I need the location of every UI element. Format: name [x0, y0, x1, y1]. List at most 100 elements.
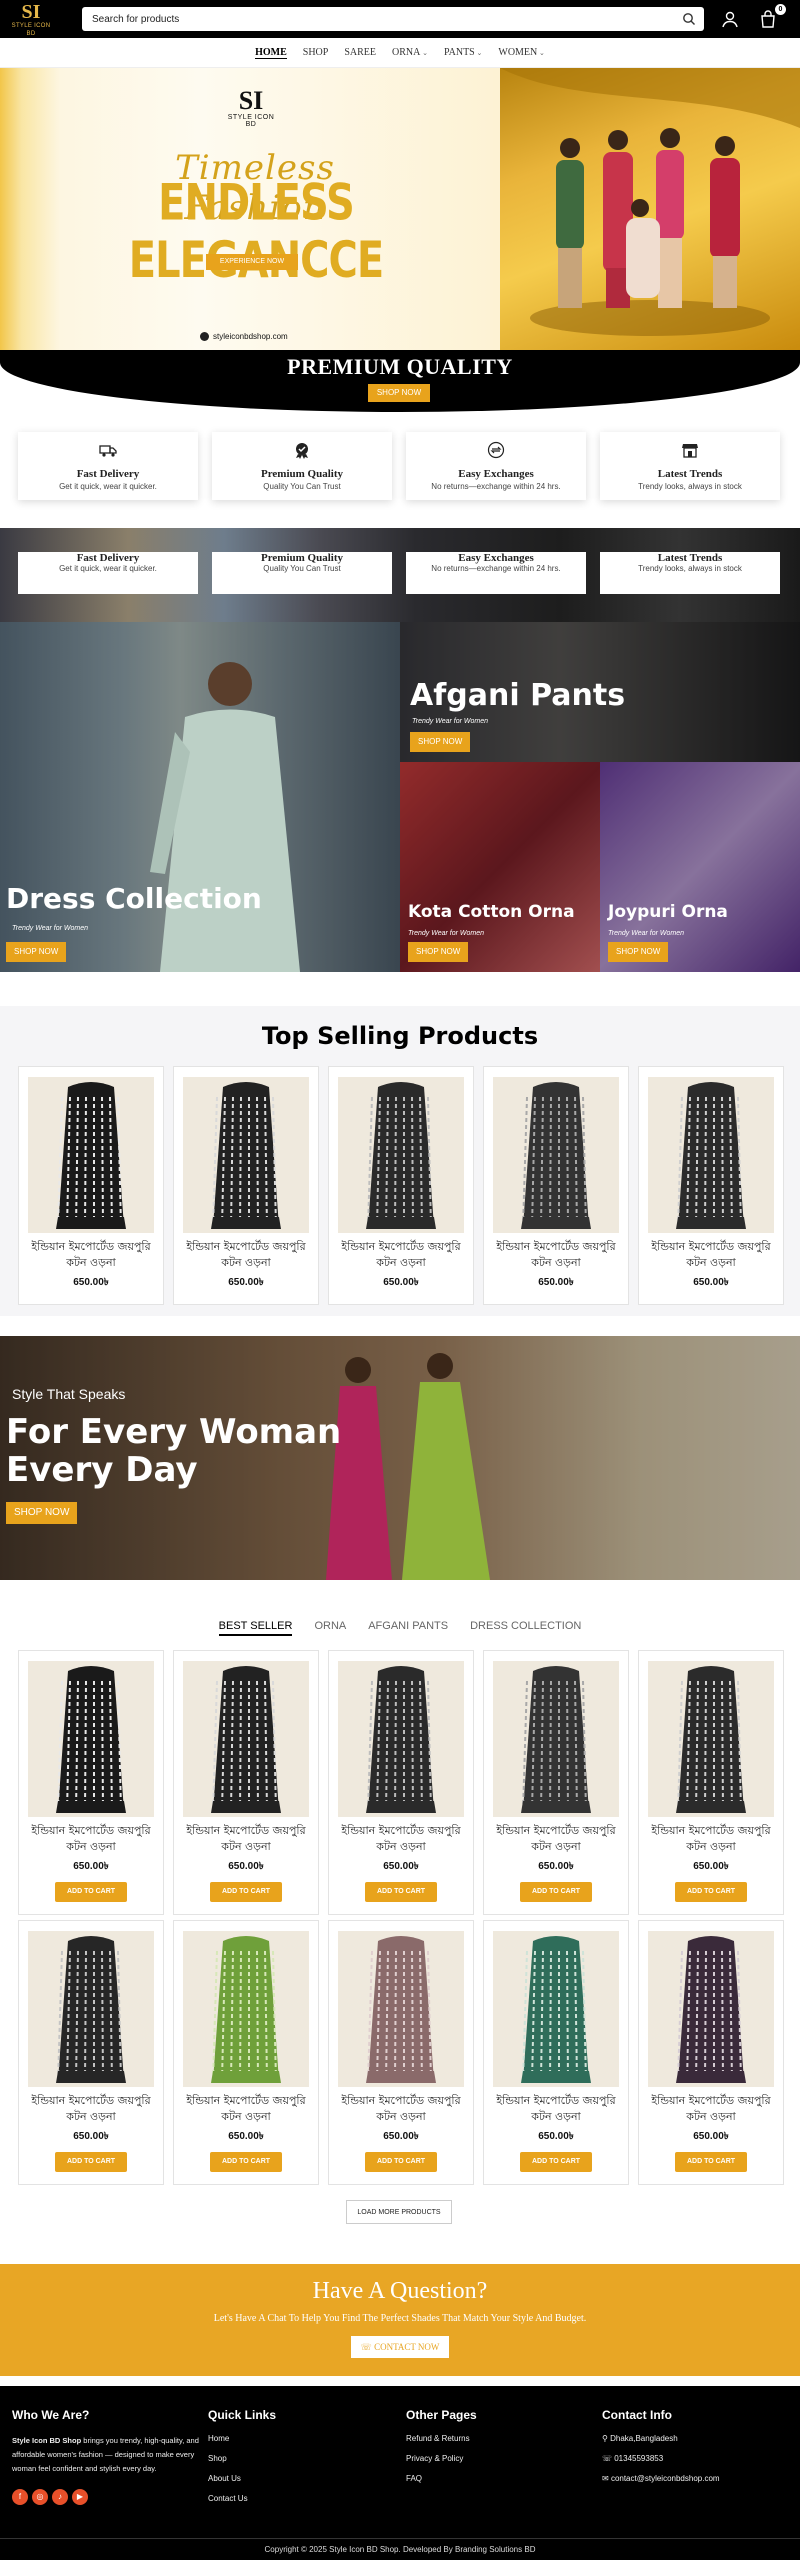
nav-shop[interactable]: SHOP — [303, 47, 329, 58]
add-to-cart-button[interactable]: ADD TO CART — [364, 1882, 438, 1902]
product-card[interactable]: ইন্ডিয়ান ইমপোর্টেড জয়পুরি কটন ওড়না 65… — [173, 1650, 319, 1915]
product-name[interactable]: ইন্ডিয়ান ইমপোর্টেড জয়পুরি কটন ওড়না — [639, 1823, 783, 1855]
account-icon[interactable] — [720, 9, 740, 29]
product-card[interactable]: ইন্ডিয়ান ইমপোর্টেড জয়পুরি কটন ওড়না 65… — [638, 1920, 784, 2185]
nav-orna[interactable]: ORNA ⌄ — [392, 47, 428, 58]
nav-pants[interactable]: PANTS ⌄ — [444, 47, 482, 58]
footer-link-faq[interactable]: FAQ — [406, 2474, 596, 2483]
nav-saree[interactable]: SAREE — [344, 47, 376, 58]
product-name[interactable]: ইন্ডিয়ান ইমপোর্টেড জয়পুরি কটন ওড়না — [19, 1239, 163, 1271]
tiktok-icon[interactable]: ♪ — [52, 2489, 68, 2505]
product-image[interactable] — [28, 1077, 154, 1233]
footer-link-shop[interactable]: Shop — [208, 2454, 398, 2463]
banner-kota-cotton-orna[interactable]: Kota Cotton Orna Trendy Wear for Women S… — [400, 762, 600, 972]
product-name[interactable]: ইন্ডিয়ান ইমপোর্টেড জয়পুরি কটন ওড়না — [174, 2093, 318, 2125]
product-image[interactable] — [648, 1077, 774, 1233]
product-name[interactable]: ইন্ডিয়ান ইমপোর্টেড জয়পুরি কটন ওড়না — [639, 2093, 783, 2125]
product-image[interactable] — [338, 1661, 464, 1817]
facebook-icon[interactable]: f — [12, 2489, 28, 2505]
footer-phone[interactable]: ☏ 01345593853 — [602, 2454, 792, 2463]
contact-now-button[interactable]: ☏ CONTACT NOW — [350, 2336, 450, 2358]
product-card[interactable]: ইন্ডিয়ান ইমপোর্টেড জয়পুরি কটন ওড়না 65… — [18, 1920, 164, 2185]
add-to-cart-button[interactable]: ADD TO CART — [519, 2152, 593, 2172]
product-image[interactable] — [648, 1931, 774, 2087]
add-to-cart-button[interactable]: ADD TO CART — [364, 2152, 438, 2172]
product-name[interactable]: ইন্ডিয়ান ইমপোর্টেড জয়পুরি কটন ওড়না — [484, 1823, 628, 1855]
banner-afgani-pants[interactable]: Afgani Pants Trendy Wear for Women SHOP … — [400, 622, 800, 762]
promo-shop-now-button[interactable]: SHOP NOW — [6, 1502, 78, 1524]
product-card[interactable]: ইন্ডিয়ান ইমপোর্টেড জয়পুরি কটন ওড়না 65… — [483, 1066, 629, 1305]
footer-email[interactable]: ✉ contact@styleiconbdshop.com — [602, 2474, 792, 2483]
experience-now-button[interactable]: EXPERIENCE NOW — [206, 254, 298, 270]
instagram-icon[interactable]: ◎ — [32, 2489, 48, 2505]
product-image[interactable] — [338, 1931, 464, 2087]
product-name[interactable]: ইন্ডিয়ান ইমপোর্টেড জয়পুরি কটন ওড়না — [329, 1239, 473, 1271]
footer-link-contact[interactable]: Contact Us — [208, 2494, 398, 2503]
tab-orna[interactable]: ORNA — [314, 1620, 346, 1636]
tab-dress-collection[interactable]: DRESS COLLECTION — [470, 1620, 581, 1636]
product-card[interactable]: ইন্ডিয়ান ইমপোর্টেড জয়পুরি কটন ওড়না 65… — [18, 1066, 164, 1305]
product-name[interactable]: ইন্ডিয়ান ইমপোর্টেড জয়পুরি কটন ওড়না — [639, 1239, 783, 1271]
product-image[interactable] — [28, 1931, 154, 2087]
product-image[interactable] — [28, 1661, 154, 1817]
product-image[interactable] — [493, 1931, 619, 2087]
add-to-cart-button[interactable]: ADD TO CART — [54, 2152, 128, 2172]
product-card[interactable]: ইন্ডিয়ান ইমপোর্টেড জয়পুরি কটন ওড়না 65… — [18, 1650, 164, 1915]
add-to-cart-button[interactable]: ADD TO CART — [209, 2152, 283, 2172]
product-name[interactable]: ইন্ডিয়ান ইমপোর্টেড জয়পুরি কটন ওড়না — [19, 2093, 163, 2125]
tab-afgani-pants[interactable]: AFGANI PANTS — [368, 1620, 448, 1636]
product-image[interactable] — [183, 1931, 309, 2087]
product-card[interactable]: ইন্ডিয়ান ইমপোর্টেড জয়পুরি কটন ওড়না 65… — [638, 1066, 784, 1305]
footer-link-refund[interactable]: Refund & Returns — [406, 2434, 596, 2443]
product-card[interactable]: ইন্ডিয়ান ইমপোর্টেড জয়পুরি কটন ওড়না 65… — [638, 1650, 784, 1915]
add-to-cart-button[interactable]: ADD TO CART — [519, 1882, 593, 1902]
banner-dress-collection[interactable]: Dress Collection Trendy Wear for Women S… — [0, 622, 400, 972]
product-card[interactable]: ইন্ডিয়ান ইমপোর্টেড জয়পুরি কটন ওড়না 65… — [328, 1650, 474, 1915]
banner-title: Dress Collection — [6, 882, 262, 915]
product-name[interactable]: ইন্ডিয়ান ইমপোর্টেড জয়পুরি কটন ওড়না — [329, 2093, 473, 2125]
product-name[interactable]: ইন্ডিয়ান ইমপোর্টেড জয়পুরি কটন ওড়না — [484, 2093, 628, 2125]
search-icon[interactable] — [682, 12, 696, 26]
product-card[interactable]: ইন্ডিয়ান ইমপোর্টেড জয়পুরি কটন ওড়না 65… — [483, 1920, 629, 2185]
product-card[interactable]: ইন্ডিয়ান ইমপোর্টেড জয়পুরি কটন ওড়না 65… — [483, 1650, 629, 1915]
product-name[interactable]: ইন্ডিয়ান ইমপোর্টেড জয়পুরি কটন ওড়না — [484, 1239, 628, 1271]
footer-link-home[interactable]: Home — [208, 2434, 398, 2443]
load-more-button[interactable]: LOAD MORE PRODUCTS — [346, 2200, 452, 2224]
product-card[interactable]: ইন্ডিয়ান ইমপোর্টেড জয়পুরি কটন ওড়না 65… — [173, 1920, 319, 2185]
add-to-cart-button[interactable]: ADD TO CART — [674, 1882, 748, 1902]
footer-link-privacy[interactable]: Privacy & Policy — [406, 2454, 596, 2463]
strip-card: Latest Trends Trendy looks, always in sto… — [600, 552, 780, 594]
kota-shop-now-button[interactable]: SHOP NOW — [408, 942, 469, 962]
add-to-cart-button[interactable]: ADD TO CART — [674, 2152, 748, 2172]
premium-shop-now-button[interactable]: SHOP NOW — [368, 384, 430, 402]
product-image[interactable] — [338, 1077, 464, 1233]
banner-joypuri-orna[interactable]: Joypuri Orna Trendy Wear for Women SHOP … — [600, 762, 800, 972]
nav-home[interactable]: HOME — [255, 47, 287, 59]
afgani-shop-now-button[interactable]: SHOP NOW — [410, 732, 471, 752]
product-name[interactable]: ইন্ডিয়ান ইমপোর্টেড জয়পুরি কটন ওড়না — [174, 1239, 318, 1271]
product-card[interactable]: ইন্ডিয়ান ইমপোর্টেড জয়পুরি কটন ওড়না 65… — [173, 1066, 319, 1305]
product-image[interactable] — [183, 1661, 309, 1817]
product-image[interactable] — [183, 1077, 309, 1233]
add-to-cart-button[interactable]: ADD TO CART — [209, 1882, 283, 1902]
site-logo[interactable]: SI STYLE ICON BD — [10, 2, 52, 37]
product-name[interactable]: ইন্ডিয়ান ইমপোর্টেড জয়পুরি কটন ওড়না — [329, 1823, 473, 1855]
product-image[interactable] — [648, 1661, 774, 1817]
scarf-image — [648, 1077, 774, 1233]
product-image[interactable] — [493, 1077, 619, 1233]
joypuri-shop-now-button[interactable]: SHOP NOW — [608, 942, 669, 962]
product-card[interactable]: ইন্ডিয়ান ইমপোর্টেড জয়পুরি কটন ওড়না 65… — [328, 1066, 474, 1305]
promo-banner: Style That Speaks For Every Woman Every … — [0, 1336, 800, 1580]
copyright: Copyright © 2025 Style Icon BD Shop. Dev… — [0, 2538, 800, 2554]
youtube-icon[interactable]: ▶ — [72, 2489, 88, 2505]
search-input[interactable]: Search for products — [82, 7, 704, 31]
nav-women[interactable]: WOMEN ⌄ — [498, 47, 545, 58]
add-to-cart-button[interactable]: ADD TO CART — [54, 1882, 128, 1902]
product-card[interactable]: ইন্ডিয়ান ইমপোর্টেড জয়পুরি কটন ওড়না 65… — [328, 1920, 474, 2185]
product-name[interactable]: ইন্ডিয়ান ইমপোর্টেড জয়পুরি কটন ওড়না — [19, 1823, 163, 1855]
product-image[interactable] — [493, 1661, 619, 1817]
product-name[interactable]: ইন্ডিয়ান ইমপোর্টেড জয়পুরি কটন ওড়না — [174, 1823, 318, 1855]
tab-best-seller[interactable]: BEST SELLER — [218, 1620, 293, 1636]
footer-link-about[interactable]: About Us — [208, 2474, 398, 2483]
dress-shop-now-button[interactable]: SHOP NOW — [6, 942, 67, 962]
